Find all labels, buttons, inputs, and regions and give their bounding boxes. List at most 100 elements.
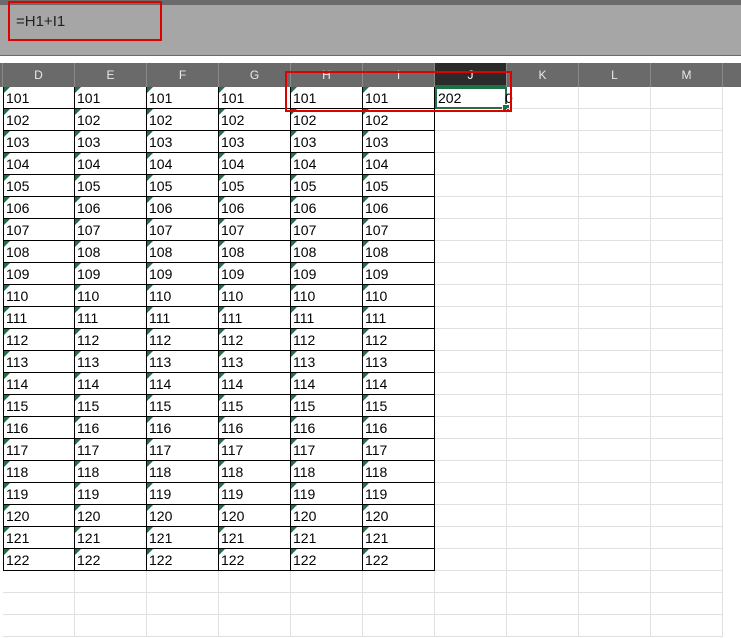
cell-e25[interactable] [75, 615, 147, 637]
cell-d21[interactable]: 121 [3, 527, 75, 549]
cell-f19[interactable]: 119 [147, 483, 219, 505]
cell-e22[interactable]: 122 [75, 549, 147, 571]
cell-f7[interactable]: 107 [147, 219, 219, 241]
cell-m21[interactable] [651, 527, 723, 549]
cell-d3[interactable]: 103 [3, 131, 75, 153]
cell-j6[interactable] [435, 197, 507, 219]
cell-i8[interactable]: 108 [363, 241, 435, 263]
cell-k16[interactable] [507, 417, 579, 439]
cell-f1[interactable]: 101 [147, 87, 219, 109]
cell-e15[interactable]: 115 [75, 395, 147, 417]
cell-i7[interactable]: 107 [363, 219, 435, 241]
cell-k22[interactable] [507, 549, 579, 571]
cell-e9[interactable]: 109 [75, 263, 147, 285]
spreadsheet-grid[interactable]: 101 101 101 101 101 101 202 0 102 102 102 102 102 102… [0, 87, 741, 638]
cell-e23[interactable] [75, 571, 147, 593]
cell-h9[interactable]: 109 [291, 263, 363, 285]
cell-j11[interactable] [435, 307, 507, 329]
cell-l12[interactable] [579, 329, 651, 351]
cell-k19[interactable] [507, 483, 579, 505]
column-header-k[interactable]: K [507, 63, 579, 87]
cell-d16[interactable]: 116 [3, 417, 75, 439]
cell-l20[interactable] [579, 505, 651, 527]
cell-f13[interactable]: 113 [147, 351, 219, 373]
cell-m25[interactable] [651, 615, 723, 637]
cell-k17[interactable] [507, 439, 579, 461]
cell-m17[interactable] [651, 439, 723, 461]
cell-j19[interactable] [435, 483, 507, 505]
cell-m22[interactable] [651, 549, 723, 571]
cell-l22[interactable] [579, 549, 651, 571]
cell-f20[interactable]: 120 [147, 505, 219, 527]
cell-i3[interactable]: 103 [363, 131, 435, 153]
cell-e18[interactable]: 118 [75, 461, 147, 483]
cell-i20[interactable]: 120 [363, 505, 435, 527]
cell-m10[interactable] [651, 285, 723, 307]
cell-j10[interactable] [435, 285, 507, 307]
formula-text[interactable]: =H1+I1 [16, 13, 65, 30]
cell-l7[interactable] [579, 219, 651, 241]
cell-f11[interactable]: 111 [147, 307, 219, 329]
cell-e17[interactable]: 117 [75, 439, 147, 461]
cell-k4[interactable] [507, 153, 579, 175]
cell-f5[interactable]: 105 [147, 175, 219, 197]
cell-k21[interactable] [507, 527, 579, 549]
cell-d17[interactable]: 117 [3, 439, 75, 461]
cell-k25[interactable] [507, 615, 579, 637]
cell-e19[interactable]: 119 [75, 483, 147, 505]
cell-k7[interactable] [507, 219, 579, 241]
cell-k23[interactable] [507, 571, 579, 593]
column-header-i[interactable]: I [363, 63, 435, 87]
cell-j22[interactable] [435, 549, 507, 571]
cell-e14[interactable]: 114 [75, 373, 147, 395]
cell-m15[interactable] [651, 395, 723, 417]
cell-g21[interactable]: 121 [219, 527, 291, 549]
column-header-m[interactable]: M [651, 63, 723, 87]
cell-h23[interactable] [291, 571, 363, 593]
cell-h20[interactable]: 120 [291, 505, 363, 527]
cell-i11[interactable]: 111 [363, 307, 435, 329]
cell-f15[interactable]: 115 [147, 395, 219, 417]
cell-m7[interactable] [651, 219, 723, 241]
cell-h11[interactable]: 111 [291, 307, 363, 329]
cell-g8[interactable]: 108 [219, 241, 291, 263]
cell-e24[interactable] [75, 593, 147, 615]
cell-h25[interactable] [291, 615, 363, 637]
cell-g24[interactable] [219, 593, 291, 615]
cell-d5[interactable]: 105 [3, 175, 75, 197]
cell-m20[interactable] [651, 505, 723, 527]
cell-f18[interactable]: 118 [147, 461, 219, 483]
cell-i10[interactable]: 110 [363, 285, 435, 307]
cell-j15[interactable] [435, 395, 507, 417]
cell-h18[interactable]: 118 [291, 461, 363, 483]
cell-j8[interactable] [435, 241, 507, 263]
cell-g22[interactable]: 122 [219, 549, 291, 571]
cell-f25[interactable] [147, 615, 219, 637]
cell-i19[interactable]: 119 [363, 483, 435, 505]
cell-i6[interactable]: 106 [363, 197, 435, 219]
cell-d6[interactable]: 106 [3, 197, 75, 219]
cell-j18[interactable] [435, 461, 507, 483]
cell-m5[interactable] [651, 175, 723, 197]
cell-h17[interactable]: 117 [291, 439, 363, 461]
cell-k2[interactable] [507, 109, 579, 131]
cell-h5[interactable]: 105 [291, 175, 363, 197]
cell-l18[interactable] [579, 461, 651, 483]
cell-j14[interactable] [435, 373, 507, 395]
cell-l17[interactable] [579, 439, 651, 461]
cell-m14[interactable] [651, 373, 723, 395]
cell-e4[interactable]: 104 [75, 153, 147, 175]
cell-d1[interactable]: 101 [3, 87, 75, 109]
cell-e1[interactable]: 101 [75, 87, 147, 109]
cell-j23[interactable] [435, 571, 507, 593]
cell-j24[interactable] [435, 593, 507, 615]
cell-e10[interactable]: 110 [75, 285, 147, 307]
cell-l5[interactable] [579, 175, 651, 197]
cell-j25[interactable] [435, 615, 507, 637]
cell-i16[interactable]: 116 [363, 417, 435, 439]
cell-g3[interactable]: 103 [219, 131, 291, 153]
cell-m8[interactable] [651, 241, 723, 263]
cell-j4[interactable] [435, 153, 507, 175]
cell-e5[interactable]: 105 [75, 175, 147, 197]
cell-e21[interactable]: 121 [75, 527, 147, 549]
